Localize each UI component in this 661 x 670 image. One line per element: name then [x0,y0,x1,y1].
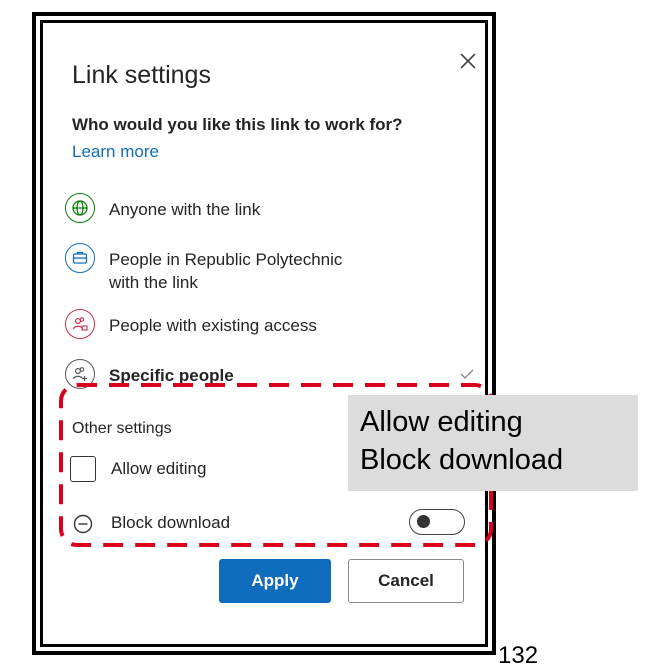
people-lock-icon [65,309,95,339]
dialog-frame: Link settings Who would you like this li… [32,12,496,655]
dialog-frame-inner: Link settings Who would you like this li… [40,20,488,647]
option-anyone[interactable]: Anyone with the link [61,193,481,233]
option-organization-label: People in Republic Polytechnic with the … [109,248,342,294]
cancel-button[interactable]: Cancel [348,559,464,603]
option-organization-line2: with the link [109,273,198,292]
briefcase-icon [65,243,95,273]
option-existing-access[interactable]: People with existing access [61,309,481,349]
option-organization[interactable]: People in Republic Polytechnic with the … [61,243,481,301]
link-settings-dialog: Link settings Who would you like this li… [43,23,485,644]
option-organization-line1: People in Republic Polytechnic [109,250,343,269]
checkmark-icon [460,369,474,379]
callout-line1: Allow editing [360,406,523,438]
option-existing-access-label: People with existing access [109,316,317,335]
audience-question: Who would you like this link to work for… [72,115,403,134]
callout-line2: Block download [360,444,564,476]
learn-more-link[interactable]: Learn more [72,142,159,162]
option-anyone-label: Anyone with the link [109,200,261,219]
callout-box: Allow editing Block download [348,395,638,491]
dialog-title: Link settings [72,61,211,89]
apply-button[interactable]: Apply [219,559,331,603]
page-number: 132 [498,642,539,669]
globe-icon [65,193,95,223]
close-icon[interactable] [456,49,480,73]
